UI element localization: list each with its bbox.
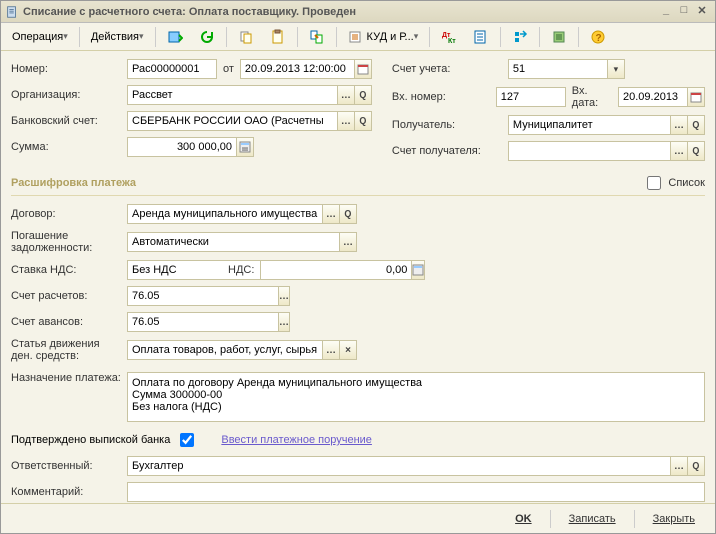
vat-input[interactable] [260,260,412,280]
incoming-date-input[interactable] [618,87,688,107]
debt-repay-input[interactable] [127,232,340,252]
advance-account-label: Счет авансов: [11,316,121,328]
bank-confirmed-label: Подтверждено выпиской банка [11,434,170,446]
bank-account-select-button[interactable] [337,111,355,131]
calc-account-label: Счет расчетов: [11,290,121,302]
comment-input[interactable] [127,482,705,502]
recipient-label: Получатель: [392,119,502,131]
contract-select-button[interactable] [322,204,340,224]
responsible-open-button[interactable] [687,456,705,476]
payment-section-header: Расшифровка платежа Список [11,173,705,196]
refresh-button[interactable] [192,26,222,48]
account-label: Счет учета: [392,63,502,75]
responsible-select-button[interactable] [670,456,688,476]
bank-confirmed-checkbox[interactable] [180,433,194,447]
bank-account-input[interactable] [127,111,338,131]
number-label: Номер: [11,63,121,75]
date-input[interactable] [240,59,355,79]
kudir-label: КУД и Р... [367,31,414,43]
account-input[interactable] [508,59,608,79]
sum-calc-button[interactable] [236,137,254,157]
recipient-input[interactable] [508,115,671,135]
cashflow-item-clear-button[interactable] [339,340,357,360]
number-input[interactable] [127,59,217,79]
vat-label: НДС: [228,264,254,276]
org-open-button[interactable] [354,85,372,105]
org-input[interactable] [127,85,338,105]
advance-account-input[interactable] [127,312,279,332]
recipient-account-select-button[interactable] [670,141,688,161]
operation-menu[interactable]: Операция [5,26,75,48]
incoming-date-label: Вх. дата: [572,85,612,109]
footer: OK Записать Закрыть [1,503,715,533]
list-label: Список [668,177,705,189]
payment-section-title: Расшифровка платежа [11,177,136,189]
toolbar: Операция Действия КУД и Р... ДтКт ? [1,23,715,51]
close-button[interactable]: ✕ [693,4,711,20]
incoming-no-label: Вх. номер: [392,91,490,103]
vat-calc-button[interactable] [411,260,425,280]
basis-button[interactable] [302,26,332,48]
svg-text:?: ? [596,33,602,44]
org-label: Организация: [11,89,121,101]
recipient-account-input[interactable] [508,141,671,161]
minimize-button[interactable]: _ [657,4,675,20]
advance-account-select-button[interactable] [278,312,290,332]
enter-payment-order-link[interactable]: Ввести платежное поручение [221,434,372,446]
window: Списание с расчетного счета: Оплата пост… [0,0,716,534]
cashflow-item-label: Статья движения ден. средств: [11,338,121,362]
svg-text:Кт: Кт [448,38,456,45]
bank-account-open-button[interactable] [354,111,372,131]
help-button[interactable]: ? [583,26,613,48]
ok-button[interactable]: OK [505,510,542,528]
recipient-select-button[interactable] [670,115,688,135]
close-form-button[interactable]: Закрыть [643,510,705,528]
org-select-button[interactable] [337,85,355,105]
debt-repay-select-button[interactable] [339,232,357,252]
doc-icon [5,5,19,19]
goto-button[interactable] [505,26,535,48]
purpose-textarea[interactable] [127,372,705,422]
structure-button[interactable] [466,26,496,48]
responsible-input[interactable] [127,456,671,476]
post-button[interactable] [160,26,190,48]
purpose-label: Назначение платежа: [11,372,121,384]
save-button[interactable]: Записать [559,510,626,528]
actions-menu[interactable]: Действия [84,26,151,48]
date-calendar-button[interactable] [354,59,372,79]
window-title: Списание с расчетного счета: Оплата пост… [23,6,657,18]
list-checkbox[interactable] [647,176,661,190]
responsible-label: Ответственный: [11,460,121,472]
form-body: Номер: от Организация: [1,51,715,503]
bank-account-label: Банковский счет: [11,115,121,127]
copy-button[interactable] [231,26,261,48]
titlebar: Списание с расчетного счета: Оплата пост… [1,1,715,23]
contract-input[interactable] [127,204,323,224]
contract-open-button[interactable] [339,204,357,224]
sum-label: Сумма: [11,141,121,153]
comment-label: Комментарий: [11,486,121,498]
recipient-account-label: Счет получателя: [392,145,502,157]
recipient-account-open-button[interactable] [687,141,705,161]
kudir-button[interactable]: КУД и Р... [341,26,426,48]
paste-button[interactable] [263,26,293,48]
settings-button[interactable] [544,26,574,48]
account-dropdown-button[interactable] [607,59,625,79]
contract-label: Договор: [11,208,121,220]
calc-account-input[interactable] [127,286,279,306]
debt-repay-label: Погашение задолженности: [11,230,121,254]
vat-rate-label: Ставка НДС: [11,264,121,276]
sum-input[interactable] [127,137,237,157]
cashflow-item-input[interactable] [127,340,323,360]
incoming-date-calendar-button[interactable] [687,87,705,107]
vat-rate-input[interactable] [127,260,279,280]
maximize-button[interactable]: □ [675,4,693,20]
recipient-open-button[interactable] [687,115,705,135]
incoming-no-input[interactable] [496,87,566,107]
cashflow-item-select-button[interactable] [322,340,340,360]
calc-account-select-button[interactable] [278,286,290,306]
dtkt-button[interactable]: ДтКт [434,26,464,48]
from-label: от [223,63,234,75]
